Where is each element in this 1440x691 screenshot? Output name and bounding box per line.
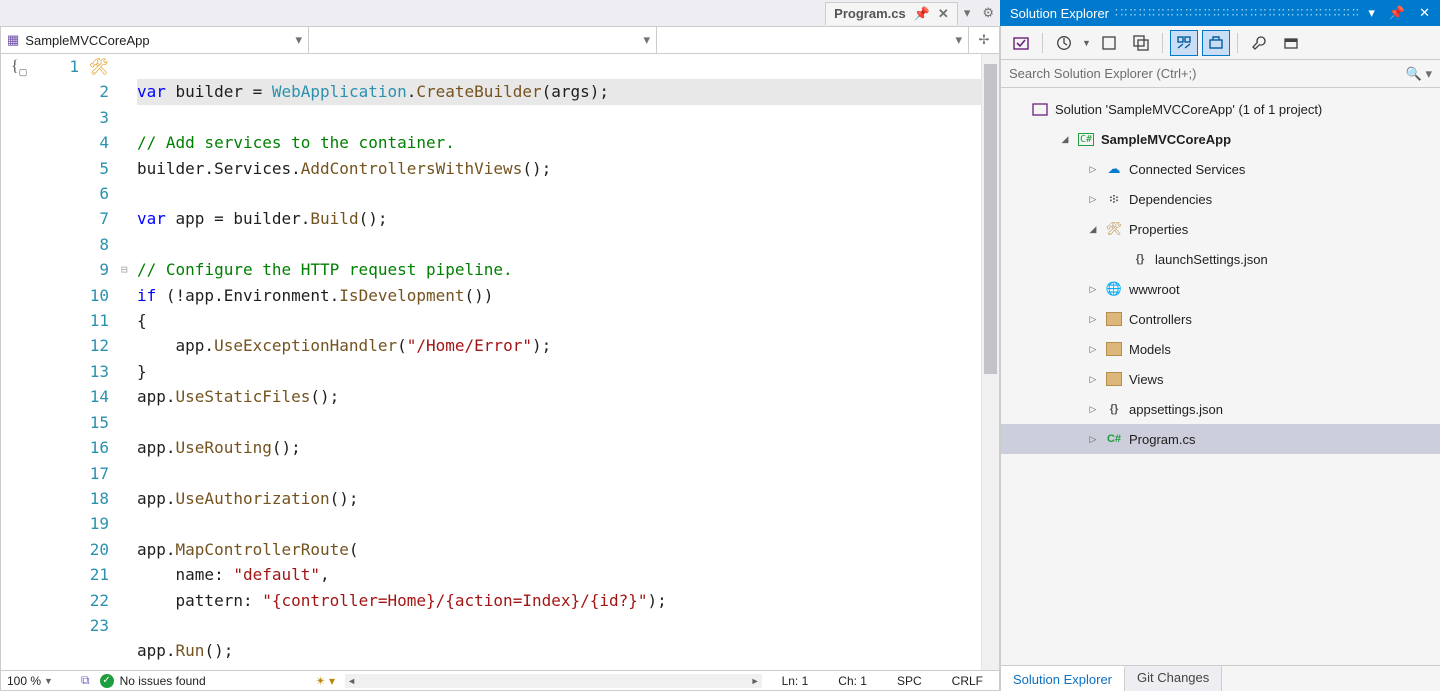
chevron-down-icon: ▾ xyxy=(643,32,650,48)
search-icon[interactable]: 🔍 ▾ xyxy=(1400,66,1432,82)
project-scope-combo[interactable]: ▦ SampleMVCCoreApp ▾ xyxy=(1,27,309,53)
expand-toggle-icon[interactable] xyxy=(1087,164,1099,175)
chevron-down-icon: ▼ xyxy=(44,676,53,686)
window-position-dropdown-icon[interactable]: ▾ xyxy=(1364,5,1379,21)
expand-toggle-icon[interactable] xyxy=(1087,374,1099,385)
solution-explorer-title: Solution Explorer xyxy=(1010,6,1109,21)
preview-selected-items-icon[interactable] xyxy=(1277,30,1305,56)
brace-outline-icon: {▢ xyxy=(11,58,27,78)
vertical-scrollbar[interactable] xyxy=(981,54,999,670)
expand-toggle-icon[interactable] xyxy=(1087,224,1099,235)
close-panel-icon[interactable]: ✕ xyxy=(1415,5,1434,21)
auto-hide-pin-icon[interactable]: 📌 xyxy=(1385,5,1409,21)
chevron-down-icon: ▾ xyxy=(955,32,962,48)
search-input[interactable] xyxy=(1009,66,1400,81)
tree-node-properties[interactable]: 🛠 Properties xyxy=(1001,214,1440,244)
zoom-level-combo[interactable]: 100 % ▼ xyxy=(7,674,71,688)
active-files-dropdown-icon[interactable]: ▾ xyxy=(958,5,977,21)
error-list-indicator[interactable]: ✓ No issues found xyxy=(100,674,206,688)
sync-with-active-document-icon[interactable] xyxy=(1127,30,1155,56)
folder-icon xyxy=(1105,340,1123,358)
indent-mode-indicator[interactable]: SPC xyxy=(887,674,932,688)
pending-changes-filter-icon[interactable] xyxy=(1095,30,1123,56)
tab-solution-explorer[interactable]: Solution Explorer xyxy=(1001,666,1125,691)
tree-node-controllers[interactable]: Controllers xyxy=(1001,304,1440,334)
solution-explorer-search[interactable]: 🔍 ▾ xyxy=(1001,60,1440,88)
line-ending-indicator[interactable]: CRLF xyxy=(942,674,993,688)
tree-node-launchsettings[interactable]: {} launchSettings.json xyxy=(1001,244,1440,274)
expand-toggle-icon[interactable] xyxy=(1087,404,1099,415)
solution-explorer-bottom-tabs: Solution Explorer Git Changes xyxy=(1001,665,1440,691)
document-tab-program-cs[interactable]: Program.cs 📌 ✕ xyxy=(825,2,958,25)
quick-action-wrench-icon[interactable]: 🛠 xyxy=(79,57,109,76)
fold-toggle-icon[interactable]: ⊟ xyxy=(121,257,137,282)
csharp-project-icon: ▦ xyxy=(7,32,19,48)
home-icon[interactable] xyxy=(1007,30,1035,56)
pin-icon[interactable]: 📌 xyxy=(914,6,930,22)
solution-explorer-titlebar[interactable]: Solution Explorer ∷∷∷∷∷∷∷∷∷∷∷∷∷∷∷∷∷∷∷∷∷∷… xyxy=(1000,0,1440,26)
folder-icon xyxy=(1105,370,1123,388)
properties-icon[interactable] xyxy=(1245,30,1273,56)
line-indicator[interactable]: Ln: 1 xyxy=(772,674,819,688)
solution-explorer-tree[interactable]: Solution 'SampleMVCCoreApp' (1 of 1 proj… xyxy=(1001,88,1440,665)
expand-toggle-icon[interactable] xyxy=(1059,134,1071,145)
char-indicator[interactable]: Ch: 1 xyxy=(828,674,877,688)
tree-node-views[interactable]: Views xyxy=(1001,364,1440,394)
json-file-icon: {} xyxy=(1105,400,1123,418)
project-scope-label: SampleMVCCoreApp xyxy=(25,33,149,48)
json-file-icon: {} xyxy=(1131,250,1149,268)
folder-icon xyxy=(1105,310,1123,328)
document-tab-label: Program.cs xyxy=(834,6,906,21)
vertical-scrollbar-thumb[interactable] xyxy=(984,64,997,374)
tree-node-dependencies[interactable]: ፨ Dependencies xyxy=(1001,184,1440,214)
connected-services-icon: ☁ xyxy=(1105,160,1123,178)
tree-node-solution[interactable]: Solution 'SampleMVCCoreApp' (1 of 1 proj… xyxy=(1001,94,1440,124)
intellicode-wand-icon[interactable]: ✴ ▾ xyxy=(316,674,335,688)
solution-explorer-pane: ▼ 🔍 ▾ xyxy=(1000,26,1440,691)
document-tab-strip: Program.cs 📌 ✕ ▾ ⚙ Solution Explorer ∷∷∷… xyxy=(0,0,1440,26)
expand-toggle-icon[interactable] xyxy=(1087,314,1099,325)
csharp-file-icon: C# xyxy=(1105,430,1123,448)
tree-node-models[interactable]: Models xyxy=(1001,334,1440,364)
member-scope-combo[interactable]: ▾ xyxy=(657,27,969,53)
chevron-down-icon: ▾ xyxy=(295,32,302,48)
solution-icon xyxy=(1031,100,1049,118)
close-icon[interactable]: ✕ xyxy=(938,6,949,22)
no-issues-check-icon: ✓ xyxy=(100,674,114,688)
type-scope-combo[interactable]: ▾ xyxy=(309,27,657,53)
globe-icon: 🌐 xyxy=(1105,280,1123,298)
code-text-area[interactable]: var builder = WebApplication.CreateBuild… xyxy=(137,54,981,670)
code-editor-pane: ▦ SampleMVCCoreApp ▾ ▾ ▾ ✢ {▢ 1 🛠 2 3 4 xyxy=(0,26,1000,691)
horizontal-scrollbar[interactable] xyxy=(345,674,762,688)
editor-status-bar: 100 % ▼ ⧉ ✓ No issues found ✴ ▾ Ln: 1 Ch… xyxy=(1,670,999,690)
tree-node-appsettings[interactable]: {} appsettings.json xyxy=(1001,394,1440,424)
dependencies-icon: ፨ xyxy=(1105,190,1123,208)
expand-toggle-icon[interactable] xyxy=(1087,344,1099,355)
solution-explorer-toolbar: ▼ xyxy=(1001,26,1440,60)
csharp-project-icon: C# xyxy=(1077,130,1095,148)
wrench-folder-icon: 🛠 xyxy=(1105,220,1123,238)
health-indicator-icon[interactable]: ⧉ xyxy=(81,673,90,688)
collapse-all-icon[interactable] xyxy=(1202,30,1230,56)
tree-node-wwwroot[interactable]: 🌐 wwwroot xyxy=(1001,274,1440,304)
expand-toggle-icon[interactable] xyxy=(1087,194,1099,205)
show-all-files-icon[interactable] xyxy=(1170,30,1198,56)
tab-settings-gear-icon[interactable]: ⚙ xyxy=(976,5,1000,21)
expand-toggle-icon[interactable] xyxy=(1087,284,1099,295)
code-folding-column[interactable]: ⊟ xyxy=(121,54,137,670)
expand-toggle-icon[interactable] xyxy=(1087,434,1099,445)
switch-views-icon[interactable] xyxy=(1050,30,1078,56)
tree-node-project[interactable]: C# SampleMVCCoreApp xyxy=(1001,124,1440,154)
split-editor-icon[interactable]: ✢ xyxy=(969,27,999,53)
navigation-bar: ▦ SampleMVCCoreApp ▾ ▾ ▾ ✢ xyxy=(1,27,999,54)
line-number-gutter: 1 🛠 2 3 4 5 6 7 8 9 10 11 12 13 14 15 16… xyxy=(61,54,121,670)
tab-git-changes[interactable]: Git Changes xyxy=(1125,666,1222,691)
tree-node-program-cs[interactable]: C# Program.cs xyxy=(1001,424,1440,454)
tree-node-connected-services[interactable]: ☁ Connected Services xyxy=(1001,154,1440,184)
grip-dots-icon: ∷∷∷∷∷∷∷∷∷∷∷∷∷∷∷∷∷∷∷∷∷∷∷∷∷∷∷∷ xyxy=(1115,5,1358,21)
